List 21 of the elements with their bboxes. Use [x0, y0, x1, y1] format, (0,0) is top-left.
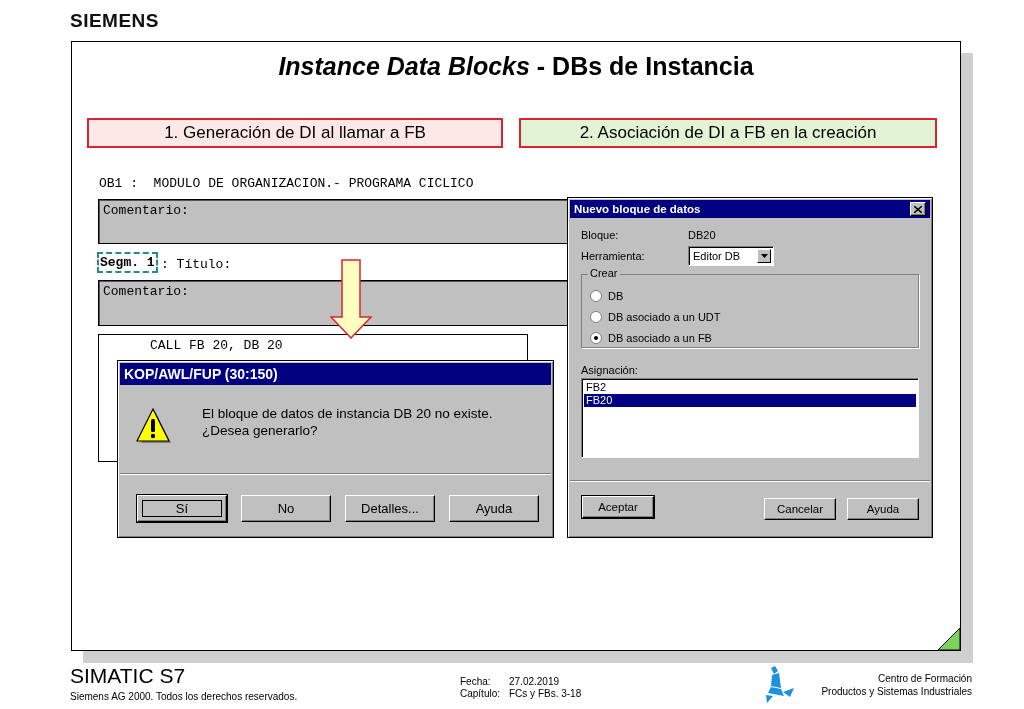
- organization-name: Productos y Sistemas Industriales: [820, 685, 972, 698]
- date-value: 27.02.2019: [509, 676, 561, 688]
- dialog-message: El bloque de datos de instancia DB 20 no existe. ¿Desea generarlo?: [202, 405, 494, 439]
- product-name: SIMATIC S7: [70, 664, 186, 688]
- date-label: Fecha:: [460, 676, 492, 688]
- chapter-label: Capítulo:: [460, 688, 502, 700]
- brand-logo: SIEMENS: [70, 10, 160, 32]
- block-header: OB1 : MODULO DE ORGANIZACION.- PROGRAMA CICLICO: [99, 176, 474, 191]
- field-label: Bloque:: [581, 229, 620, 241]
- copyright-text: Siemens AG 2000. Todos los derechos reservados.: [70, 691, 298, 702]
- organization-name: Centro de Formación: [877, 672, 972, 685]
- network-title: : Título:: [161, 257, 232, 272]
- chapter-value: FCs y FBs. 3-18: [509, 688, 582, 700]
- field-label: Herramienta:: [581, 250, 646, 262]
- field-label: Asignación:: [581, 364, 639, 378]
- slide-title: Instance Data Blocks - DBs de Instancia: [277, 52, 755, 81]
- group-label: Crear: [588, 267, 620, 279]
- step-label: 1. Generación de DI al llamar a FB: [87, 118, 503, 148]
- dialog-title: KOP/AWL/FUP (30:150): [120, 363, 551, 385]
- block-value: DB20: [688, 229, 716, 241]
- step-label: 2. Asociación de DI a FB en la creación: [519, 118, 937, 148]
